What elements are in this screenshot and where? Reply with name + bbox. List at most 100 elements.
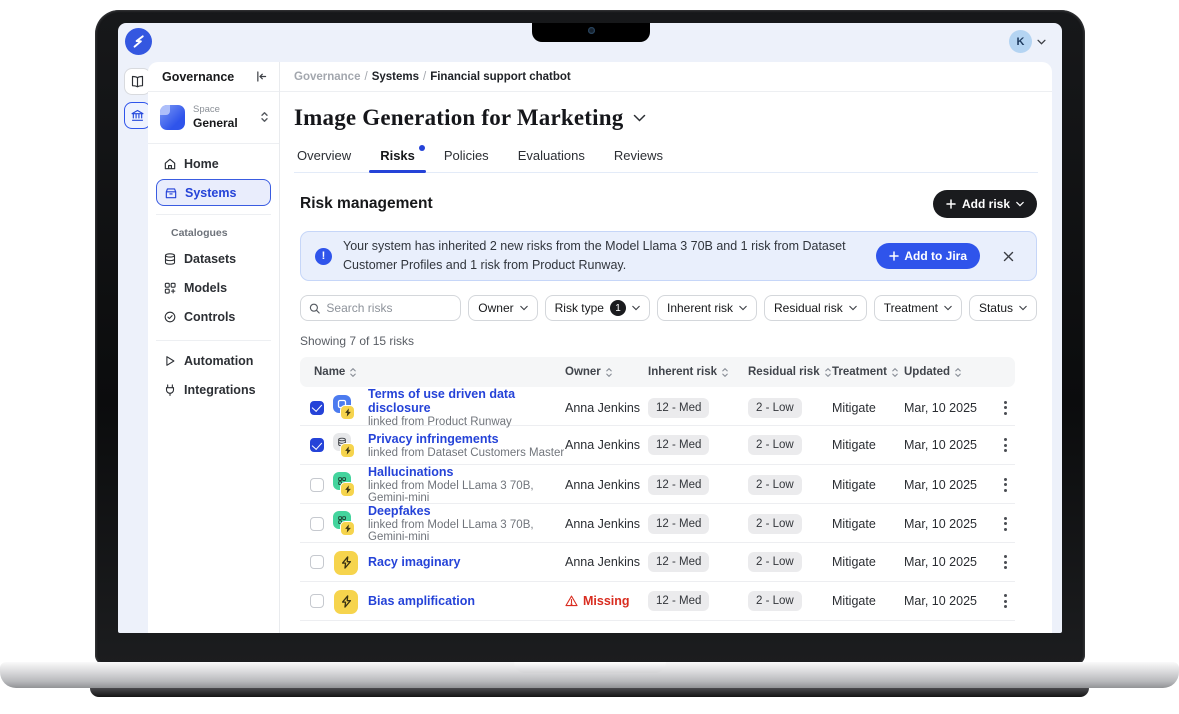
user-menu[interactable]: K — [1009, 30, 1046, 53]
column-residual-risk[interactable]: Residual risk — [748, 366, 832, 378]
tab-risks[interactable]: Risks — [379, 142, 416, 172]
sidebar-item-label: Automation — [184, 354, 253, 368]
filter-bar: Owner Risk type 1 Inherent risk — [300, 295, 1037, 321]
sort-icon[interactable] — [824, 367, 832, 378]
inherent-risk-badge: 12 - Med — [648, 552, 709, 572]
risk-name-link[interactable]: Deepfakes — [368, 504, 565, 518]
lid-lift-notch — [514, 662, 666, 673]
row-checkbox[interactable] — [310, 555, 324, 569]
sort-icon[interactable] — [721, 367, 729, 378]
page-title-dropdown[interactable]: Image Generation for Marketing — [294, 105, 1038, 131]
filter-owner[interactable]: Owner — [468, 295, 537, 321]
column-name[interactable]: Name — [300, 366, 565, 378]
risk-name-link[interactable]: Racy imaginary — [368, 555, 460, 569]
row-menu-icon[interactable] — [995, 594, 1015, 608]
plug-icon — [163, 383, 177, 397]
row-menu-icon[interactable] — [995, 438, 1015, 452]
sidebar-item-label: Datasets — [184, 252, 236, 266]
add-to-jira-button[interactable]: Add to Jira — [876, 243, 980, 269]
column-owner[interactable]: Owner — [565, 366, 648, 378]
box-icon — [164, 186, 178, 200]
space-selector[interactable]: Space General — [148, 92, 279, 141]
row-checkbox[interactable] — [310, 594, 324, 608]
filter-risk-type[interactable]: Risk type 1 — [545, 295, 650, 321]
risk-name-link[interactable]: Hallucinations — [368, 465, 565, 479]
camera-notch — [532, 23, 650, 42]
owner-cell: Anna Jenkins — [565, 438, 648, 452]
sort-icon[interactable] — [891, 367, 899, 378]
webcam — [588, 27, 595, 34]
laptop-mockup: K Governance — [0, 0, 1179, 714]
inherent-risk-badge: 12 - Med — [648, 514, 709, 534]
rail-button-library[interactable] — [124, 68, 151, 95]
chevron-down-icon — [1037, 39, 1046, 45]
section-title: Risk management — [300, 195, 433, 213]
column-updated[interactable]: Updated — [904, 366, 995, 378]
column-treatment[interactable]: Treatment — [832, 366, 904, 378]
search-risks-box[interactable] — [300, 295, 461, 321]
row-icons — [333, 587, 359, 616]
chevron-down-icon — [849, 305, 857, 311]
close-icon[interactable] — [1003, 251, 1014, 262]
row-menu-icon[interactable] — [995, 517, 1015, 531]
table-row: Terms of use driven data disclosure link… — [300, 387, 1015, 426]
risk-icon — [340, 521, 355, 536]
filter-status[interactable]: Status — [969, 295, 1037, 321]
row-checkbox[interactable] — [310, 401, 324, 415]
table-row: Deepfakes linked from Model LLama 3 70B,… — [300, 504, 1015, 543]
row-checkbox[interactable] — [310, 517, 324, 531]
chevron-down-icon — [1016, 201, 1024, 207]
updated-cell: Mar, 10 2025 — [904, 517, 995, 531]
filter-residual-risk[interactable]: Residual risk — [764, 295, 867, 321]
main-content: Governance / Systems / Financial support… — [280, 62, 1052, 633]
tab-label: Risks — [380, 148, 415, 163]
tab-reviews[interactable]: Reviews — [613, 142, 664, 172]
book-icon — [130, 74, 145, 89]
sort-icon[interactable] — [605, 367, 613, 378]
sort-icon[interactable] — [349, 367, 357, 378]
collapse-sidebar-icon[interactable] — [255, 70, 268, 83]
sidebar-item-label: Home — [184, 157, 219, 171]
updated-cell: Mar, 10 2025 — [904, 401, 995, 415]
sort-icon[interactable] — [954, 367, 962, 378]
row-menu-icon[interactable] — [995, 555, 1015, 569]
sidebar-item-automation[interactable]: Automation — [156, 347, 271, 374]
add-risk-button[interactable]: Add risk — [933, 190, 1037, 218]
chevron-down-icon — [520, 305, 528, 311]
tab-overview[interactable]: Overview — [296, 142, 352, 172]
sidebar-item-label: Integrations — [184, 383, 256, 397]
updated-cell: Mar, 10 2025 — [904, 478, 995, 492]
column-inherent-risk[interactable]: Inherent risk — [648, 366, 748, 378]
sidebar-item-home[interactable]: Home — [156, 150, 271, 177]
search-input[interactable] — [326, 301, 452, 315]
sidebar-item-datasets[interactable]: Datasets — [156, 245, 271, 272]
row-checkbox[interactable] — [310, 478, 324, 492]
sidebar-item-controls[interactable]: Controls — [156, 303, 271, 330]
treatment-cell: Mitigate — [832, 517, 904, 531]
risks-table: Name Owner Inherent risk Residual risk T… — [300, 357, 1015, 621]
row-menu-icon[interactable] — [995, 401, 1015, 415]
sidebar-item-systems[interactable]: Systems — [156, 179, 271, 206]
row-checkbox[interactable] — [310, 438, 324, 452]
risk-name-link[interactable]: Privacy infringements — [368, 432, 564, 446]
risk-name-link[interactable]: Bias amplification — [368, 594, 475, 608]
table-row: Racy imaginary Anna Jenkins 12 - Med 2 -… — [300, 543, 1015, 582]
row-menu-icon[interactable] — [995, 478, 1015, 492]
app-logo[interactable] — [125, 28, 152, 55]
avatar[interactable]: K — [1009, 30, 1032, 53]
row-icons — [333, 548, 359, 577]
grid-plus-icon — [163, 281, 177, 295]
filter-treatment[interactable]: Treatment — [874, 295, 962, 321]
tab-evaluations[interactable]: Evaluations — [517, 142, 586, 172]
jira-label: Add to Jira — [904, 249, 967, 263]
breadcrumb-governance[interactable]: Governance — [294, 71, 360, 83]
tab-policies[interactable]: Policies — [443, 142, 490, 172]
breadcrumb-systems[interactable]: Systems — [372, 71, 419, 83]
rail-button-governance[interactable] — [124, 102, 151, 129]
sidebar-item-models[interactable]: Models — [156, 274, 271, 301]
risk-name-link[interactable]: Terms of use driven data disclosure — [368, 387, 565, 415]
treatment-cell: Mitigate — [832, 478, 904, 492]
filter-inherent-risk[interactable]: Inherent risk — [657, 295, 757, 321]
sidebar-item-integrations[interactable]: Integrations — [156, 376, 271, 403]
filter-label: Treatment — [884, 301, 938, 315]
